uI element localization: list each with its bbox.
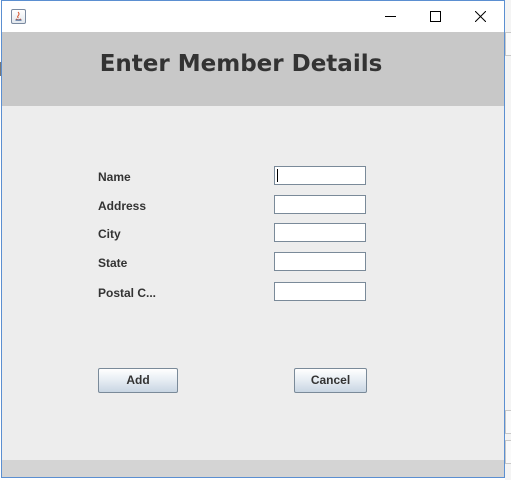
background-field-1 [505, 32, 511, 56]
text-caret [277, 169, 278, 182]
close-icon [475, 11, 486, 22]
state-label: State [98, 256, 128, 270]
address-field[interactable] [274, 195, 366, 214]
page-title: Enter Member Details [99, 51, 383, 77]
maximize-button[interactable] [413, 1, 458, 32]
maximize-icon [430, 11, 441, 22]
header-panel: Enter Member Details [2, 32, 504, 106]
background-field-3 [505, 440, 511, 464]
address-label: Address [98, 199, 147, 213]
city-field[interactable] [274, 223, 366, 242]
name-label: Name [98, 170, 131, 184]
name-field[interactable] [274, 166, 366, 185]
postal-code-field[interactable] [274, 282, 366, 301]
title-bar[interactable] [2, 1, 504, 32]
add-button[interactable]: Add [98, 368, 178, 393]
member-dialog-window: Enter Member Details Name Address City S… [1, 0, 505, 478]
postal-code-label: Postal C... [98, 286, 157, 300]
bottom-bar [2, 460, 504, 477]
city-label: City [98, 227, 121, 241]
state-field[interactable] [274, 252, 366, 271]
background-window-edge [505, 0, 511, 480]
background-field-2 [505, 410, 511, 434]
close-button[interactable] [458, 1, 503, 32]
cancel-button[interactable]: Cancel [294, 368, 367, 393]
java-app-icon [11, 9, 26, 24]
minimize-icon [385, 16, 396, 17]
minimize-button[interactable] [368, 1, 413, 32]
